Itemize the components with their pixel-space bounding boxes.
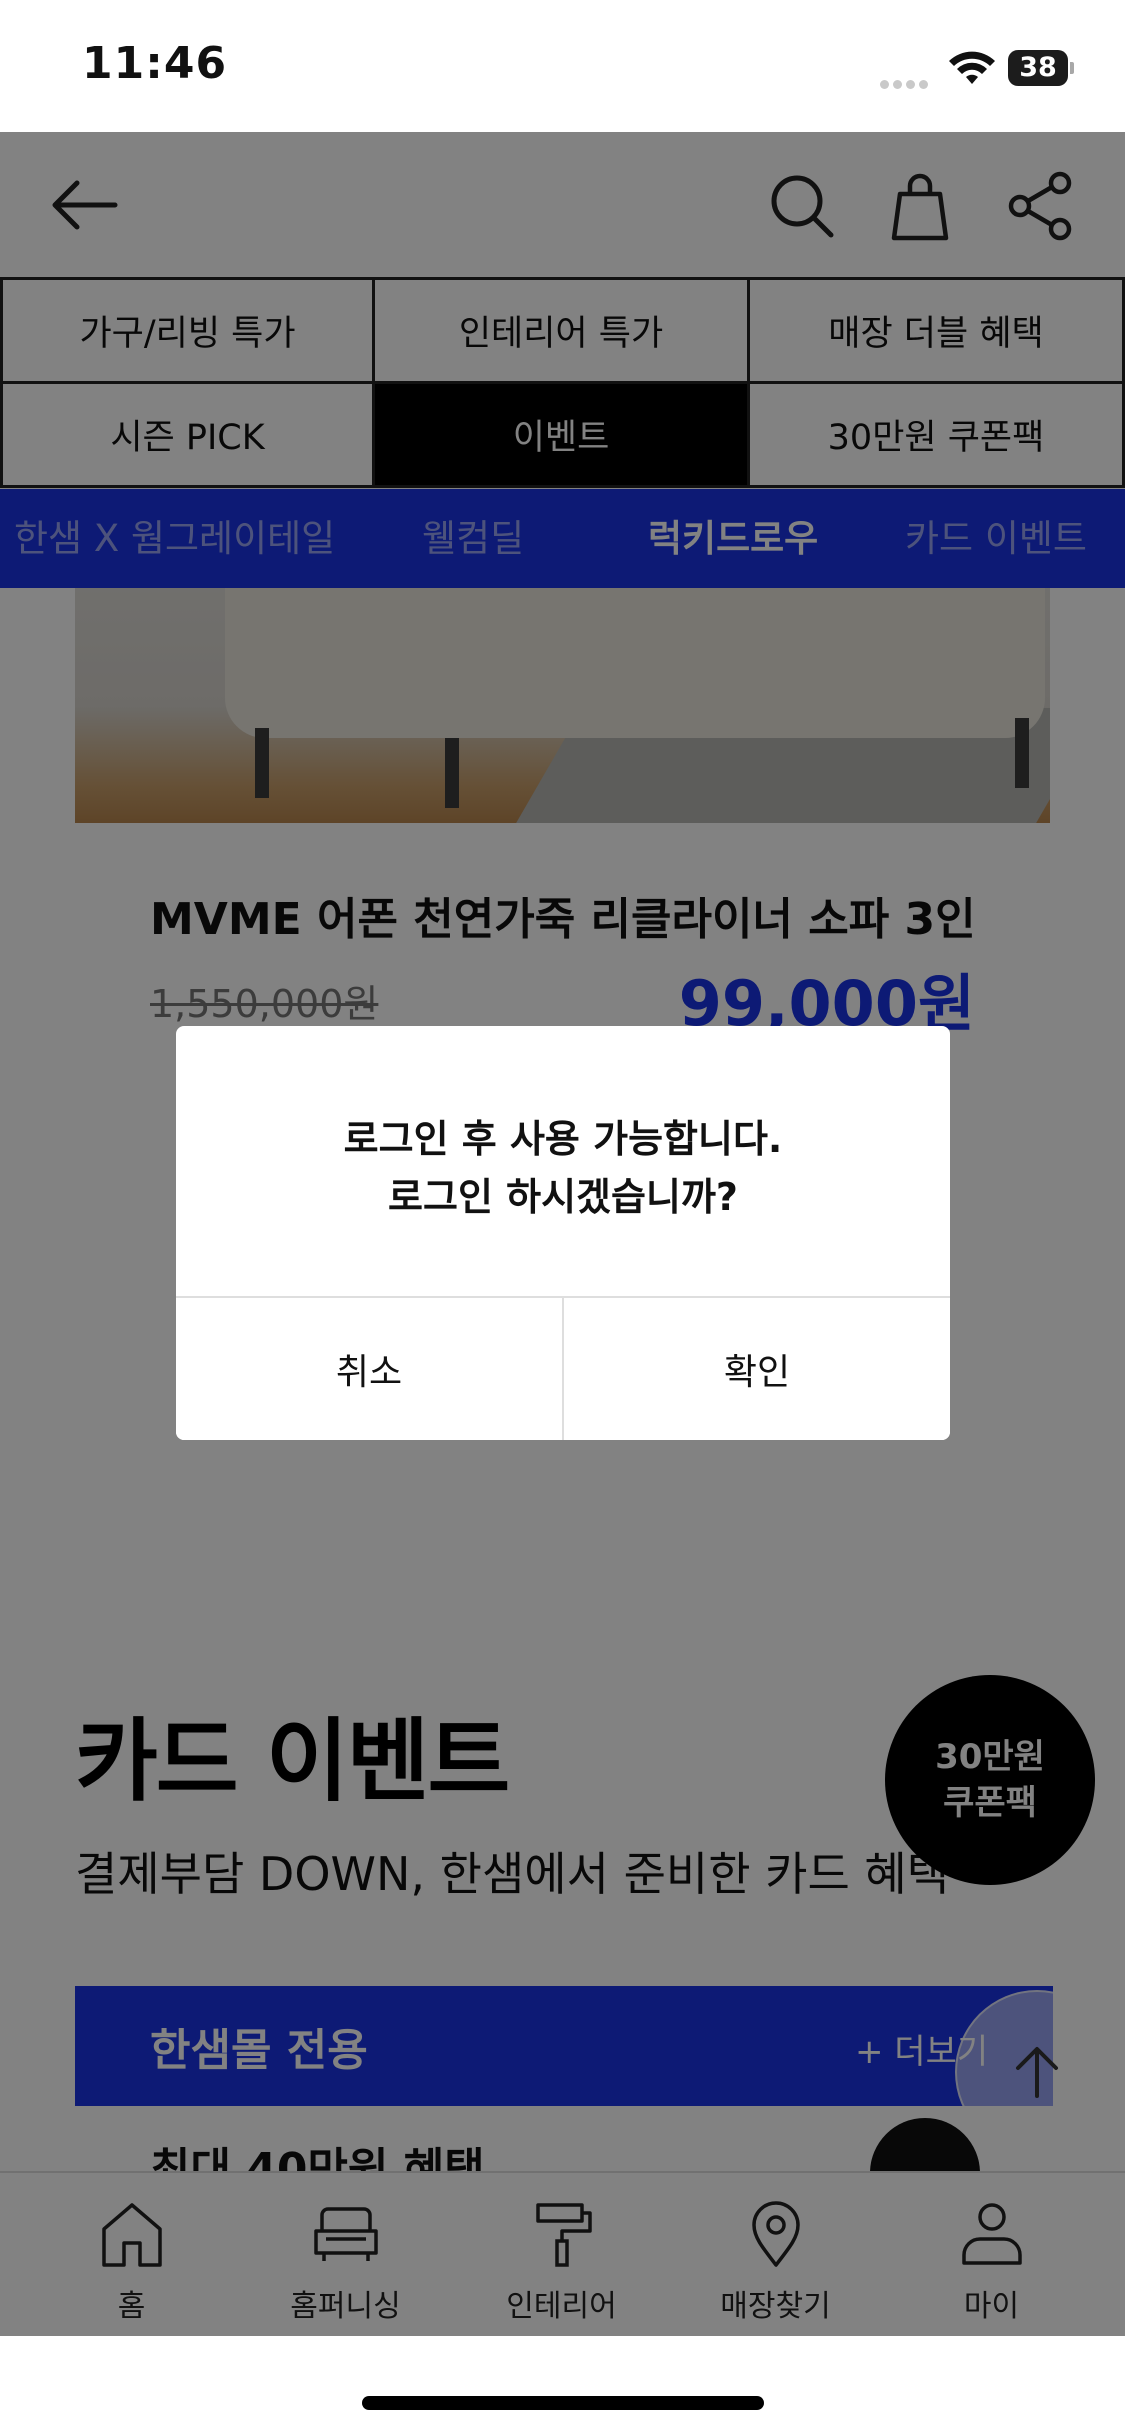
status-time: 11:46 [82, 38, 228, 89]
dialog-message: 로그인 후 사용 가능합니다. 로그인 하시겠습니까? [176, 1110, 950, 1226]
login-required-dialog: 로그인 후 사용 가능합니다. 로그인 하시겠습니까? 취소 확인 [176, 1026, 950, 1440]
cancel-button[interactable]: 취소 [176, 1298, 562, 1440]
status-bar: 11:46 38 [0, 0, 1125, 132]
confirm-button[interactable]: 확인 [564, 1298, 950, 1440]
battery-icon: 38 [1008, 50, 1074, 86]
cellular-signal-icon [880, 74, 936, 89]
wifi-icon [949, 51, 995, 84]
battery-level: 38 [1019, 52, 1057, 83]
home-indicator[interactable] [362, 2396, 764, 2410]
home-indicator-area [0, 2336, 1125, 2436]
dialog-message-line2: 로그인 하시겠습니까? [388, 1175, 738, 1219]
dialog-message-line1: 로그인 후 사용 가능합니다. [343, 1117, 783, 1161]
